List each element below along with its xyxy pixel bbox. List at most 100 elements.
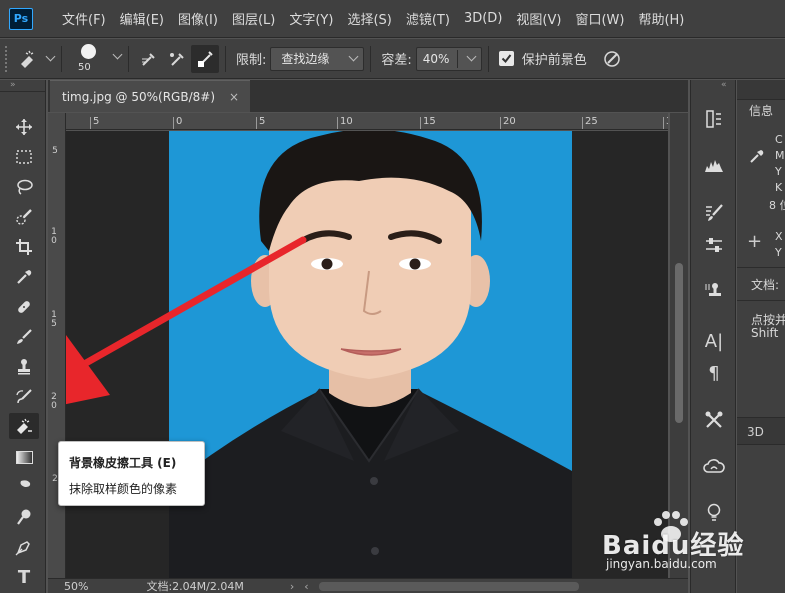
gradient-tool[interactable] bbox=[9, 444, 39, 470]
pen-icon bbox=[15, 541, 30, 556]
menu-help[interactable]: 帮助(H) bbox=[631, 0, 691, 38]
protect-foreground-checkbox[interactable] bbox=[498, 51, 514, 66]
move-icon bbox=[16, 119, 32, 135]
healing-brush-tool[interactable] bbox=[9, 294, 39, 320]
ruler-label: 5 bbox=[90, 117, 99, 129]
crosshair-icon: + bbox=[747, 231, 763, 252]
menu-file[interactable]: 文件(F) bbox=[55, 0, 113, 38]
tools-cross-icon bbox=[705, 411, 723, 428]
info-panel-title[interactable]: 信息 bbox=[749, 102, 773, 119]
divider bbox=[737, 300, 785, 301]
crop-tool[interactable] bbox=[9, 234, 39, 260]
eyedropper-continuous-icon bbox=[142, 52, 155, 66]
info-x-label: X bbox=[775, 230, 783, 243]
menu-bar: Ps 文件(F) 编辑(E) 图像(I) 图层(L) 文字(Y) 选择(S) 滤… bbox=[0, 0, 785, 38]
sampling-background-swatch-button[interactable] bbox=[191, 44, 219, 73]
character-panel-button[interactable]: A| bbox=[699, 328, 729, 354]
pen-pressure-icon bbox=[604, 50, 620, 67]
move-tool[interactable] bbox=[9, 114, 39, 140]
tooltip-title: 背景橡皮擦工具 (E) bbox=[69, 456, 177, 470]
info-panel-header bbox=[737, 80, 785, 100]
chevron-down-icon bbox=[112, 49, 123, 59]
libraries-panel-button[interactable] bbox=[699, 453, 729, 479]
dock-collapse-icon[interactable]: « bbox=[691, 80, 735, 92]
brush-tool[interactable] bbox=[9, 324, 39, 350]
brush-size: 50 bbox=[78, 61, 91, 73]
tolerance-label: 容差: bbox=[381, 53, 412, 68]
status-bar: 50% 文档:2.04M/2.04M › ‹ bbox=[48, 578, 688, 593]
document-tab[interactable]: timg.jpg @ 50%(RGB/8#) × bbox=[50, 80, 250, 112]
chevron-left-icon[interactable]: ‹ bbox=[304, 580, 308, 593]
close-icon[interactable]: × bbox=[229, 90, 239, 104]
chevron-right-icon[interactable]: › bbox=[290, 580, 294, 593]
eyedropper-tool[interactable] bbox=[9, 264, 39, 290]
sampling-once-button[interactable] bbox=[163, 45, 191, 73]
brush-tip-icon bbox=[81, 43, 96, 59]
panel-collapse-icon[interactable]: » bbox=[0, 80, 45, 92]
creative-cloud-icon bbox=[703, 459, 725, 473]
menu-3d[interactable]: 3D(D) bbox=[457, 0, 509, 38]
ruler-label: 10 bbox=[337, 117, 353, 129]
tool-preset-picker[interactable] bbox=[15, 44, 55, 74]
ruler-label: 0 bbox=[173, 117, 182, 129]
dodge-tool[interactable] bbox=[9, 504, 39, 530]
quick-selection-tool[interactable] bbox=[9, 204, 39, 230]
document-tab-bar: timg.jpg @ 50%(RGB/8#) × bbox=[48, 80, 688, 112]
ruler-label: 15 bbox=[420, 117, 436, 129]
ruler-label: 1 0 bbox=[51, 227, 57, 246]
history-brush-tool[interactable] bbox=[9, 384, 39, 410]
separator bbox=[487, 45, 489, 72]
baidu-jingyan-watermark: Baidu经验 jingyan.baidu.com bbox=[600, 505, 785, 593]
tools-panel: » T bbox=[0, 80, 46, 593]
separator bbox=[61, 45, 62, 72]
marquee-tool[interactable] bbox=[9, 144, 39, 170]
sampling-continuous-button[interactable] bbox=[135, 45, 163, 73]
ruler-label: 5 bbox=[256, 117, 265, 129]
history-panel-button[interactable] bbox=[699, 106, 729, 132]
histogram-panel-button[interactable] bbox=[699, 152, 729, 178]
zoom-level[interactable]: 50% bbox=[64, 580, 88, 593]
document-canvas[interactable] bbox=[66, 131, 668, 578]
menu-edit[interactable]: 编辑(E) bbox=[113, 0, 171, 38]
eyedropper-icon bbox=[750, 150, 764, 163]
panel-3d-tab[interactable]: 3D bbox=[737, 417, 785, 445]
document-size-info: 文档:2.04M/2.04M bbox=[146, 580, 244, 593]
horizontal-scrollbar[interactable] bbox=[318, 581, 579, 591]
menu-filter[interactable]: 滤镜(T) bbox=[399, 0, 457, 38]
divider bbox=[737, 267, 785, 268]
ruler-label: 25 bbox=[582, 117, 598, 129]
smudge-tool[interactable] bbox=[9, 474, 39, 500]
lasso-tool[interactable] bbox=[9, 174, 39, 200]
brush-settings-panel-button[interactable] bbox=[699, 200, 729, 226]
crop-icon bbox=[16, 239, 32, 255]
clone-source-panel-button[interactable] bbox=[699, 278, 729, 304]
menu-type[interactable]: 文字(Y) bbox=[282, 0, 340, 38]
menu-window[interactable]: 窗口(W) bbox=[568, 0, 631, 38]
pressure-size-button[interactable] bbox=[597, 45, 627, 73]
clone-stamp-tool[interactable] bbox=[9, 354, 39, 380]
type-tool[interactable]: T bbox=[9, 564, 39, 590]
scrollbar-thumb[interactable] bbox=[675, 263, 683, 423]
menu-view[interactable]: 视图(V) bbox=[509, 0, 568, 38]
pen-tool[interactable] bbox=[9, 534, 39, 560]
tooltip-description: 抹除取样颜色的像素 bbox=[69, 482, 178, 496]
brush-picker[interactable]: 50 bbox=[68, 41, 123, 77]
photoshop-logo: Ps bbox=[9, 7, 33, 30]
menu-layer[interactable]: 图层(L) bbox=[225, 0, 282, 38]
adjustments-panel-button[interactable] bbox=[699, 232, 729, 258]
brush-settings-icon bbox=[706, 204, 723, 221]
background-eraser-tool[interactable] bbox=[9, 413, 39, 439]
limits-select[interactable]: 查找边缘 bbox=[270, 46, 365, 71]
history-brush-icon bbox=[16, 389, 32, 404]
dodge-icon bbox=[17, 509, 31, 525]
tool-presets-panel-button[interactable] bbox=[699, 407, 729, 433]
eyedropper-swatch-icon bbox=[198, 50, 213, 67]
tolerance-field[interactable]: 40% bbox=[415, 46, 482, 71]
menu-image[interactable]: 图像(I) bbox=[171, 0, 225, 38]
vertical-ruler: 5 1 0 1 5 2 0 2 bbox=[48, 113, 66, 578]
tolerance-value: 40% bbox=[422, 51, 450, 66]
ruler-label: 20 bbox=[500, 117, 516, 129]
background-eraser-icon bbox=[20, 50, 33, 68]
menu-select[interactable]: 选择(S) bbox=[340, 0, 398, 38]
paragraph-panel-button[interactable]: ¶ bbox=[699, 360, 729, 386]
